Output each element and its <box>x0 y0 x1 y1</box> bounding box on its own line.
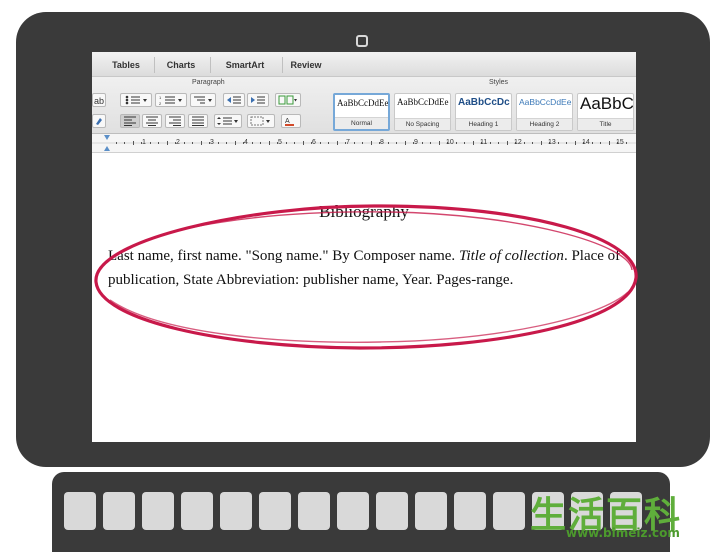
keyboard-key <box>298 492 330 530</box>
keyboard-key <box>376 492 408 530</box>
tab-tables[interactable]: Tables <box>102 57 150 73</box>
ruler-label: 15 <box>616 139 624 146</box>
ruler-label: 6 <box>312 139 316 146</box>
style-title[interactable]: AaBbC Title <box>577 93 634 131</box>
keyboard-key <box>259 492 291 530</box>
tab-charts[interactable]: Charts <box>154 57 207 73</box>
style-name: Heading 1 <box>456 118 511 130</box>
ruler-label: 4 <box>244 139 248 146</box>
svg-text:1: 1 <box>159 95 162 100</box>
ruler-label: 3 <box>210 139 214 146</box>
keyboard-key <box>493 492 525 530</box>
ruler-label: 8 <box>380 139 384 146</box>
keyboard-key <box>454 492 486 530</box>
style-heading-2[interactable]: AaBbCcDdEe Heading 2 <box>516 93 573 131</box>
svg-text:2: 2 <box>159 101 162 105</box>
style-name: Normal <box>335 117 388 129</box>
first-line-indent-marker <box>104 135 110 140</box>
ruler-label: 14 <box>582 139 590 146</box>
style-sample: AaBbCcDc <box>458 97 510 108</box>
keyboard-key <box>64 492 96 530</box>
style-sample: AaBbCcDdEe <box>337 98 389 108</box>
bibliography-title[interactable]: Bibliography <box>92 202 636 222</box>
ruler-label: 5 <box>278 139 282 146</box>
text-effects-icon[interactable]: ab <box>92 93 106 107</box>
keyboard-key <box>337 492 369 530</box>
style-name: Heading 2 <box>517 118 572 130</box>
align-right-button[interactable] <box>165 114 185 128</box>
style-no-spacing[interactable]: AaBbCcDdEe No Spacing <box>394 93 451 131</box>
svg-text:ab: ab <box>94 96 104 105</box>
line-spacing-button[interactable] <box>214 114 242 128</box>
tab-review[interactable]: Review <box>282 57 329 73</box>
align-left-button[interactable] <box>120 114 140 128</box>
keyboard-key <box>181 492 213 530</box>
tab-smartart[interactable]: SmartArt <box>210 57 279 73</box>
justify-button[interactable] <box>188 114 208 128</box>
entry-citation: Last name, first name. "Song name." By C… <box>108 248 459 264</box>
borders-button[interactable] <box>247 114 275 128</box>
multilevel-list-button[interactable] <box>190 93 216 107</box>
left-indent-marker <box>104 146 110 151</box>
style-name: No Spacing <box>395 118 450 130</box>
watermark-url: www.bimeiz.com <box>566 526 680 540</box>
watermark: 生活百科 www.bimeiz.com <box>530 486 724 542</box>
keyboard-key <box>103 492 135 530</box>
ruler-label: 2 <box>176 139 180 146</box>
decrease-indent-icon[interactable] <box>223 93 245 107</box>
horizontal-ruler[interactable]: 1 2 3 4 5 6 7 8 9 10 11 12 13 14 15 <box>92 134 636 153</box>
style-name: Title <box>578 118 633 130</box>
keyboard-key <box>220 492 252 530</box>
ruler-label: 10 <box>446 139 454 146</box>
bullets-button[interactable] <box>120 93 152 107</box>
bibliography-entry[interactable]: Last name, first name. "Song name." By C… <box>108 245 630 292</box>
columns-icon[interactable] <box>275 93 301 107</box>
ruler-label: 1 <box>142 139 146 146</box>
style-sample: AaBbCcDdEe <box>397 97 449 107</box>
camera-icon <box>356 35 368 47</box>
group-label-styles: Styles <box>489 79 509 86</box>
style-sample: AaBbCcDdEe <box>519 97 572 107</box>
svg-text:A: A <box>285 118 290 125</box>
group-label-paragraph: Paragraph <box>192 79 225 86</box>
style-sample: AaBbC <box>580 94 634 113</box>
increase-indent-icon[interactable] <box>247 93 269 107</box>
numbering-button[interactable]: 12 <box>155 93 187 107</box>
entry-collection-title: Title of collection <box>458 248 564 264</box>
ruler-label: 12 <box>514 139 522 146</box>
keyboard-key <box>415 492 447 530</box>
ruler-label: 7 <box>346 139 350 146</box>
ruler-label: 13 <box>548 139 556 146</box>
word-window: Tables Charts SmartArt Review Paragraph … <box>92 52 636 442</box>
keyboard-key <box>142 492 174 530</box>
text-direction-icon[interactable]: A <box>281 114 301 128</box>
highlight-icon[interactable] <box>92 114 106 128</box>
ruler-label: 11 <box>480 139 488 146</box>
style-heading-1[interactable]: AaBbCcDc Heading 1 <box>455 93 512 131</box>
align-center-button[interactable] <box>142 114 162 128</box>
ribbon-tab-bar: Tables Charts SmartArt Review <box>92 52 636 77</box>
style-normal[interactable]: AaBbCcDdEe Normal <box>333 93 390 131</box>
ruler-label: 9 <box>414 139 418 146</box>
